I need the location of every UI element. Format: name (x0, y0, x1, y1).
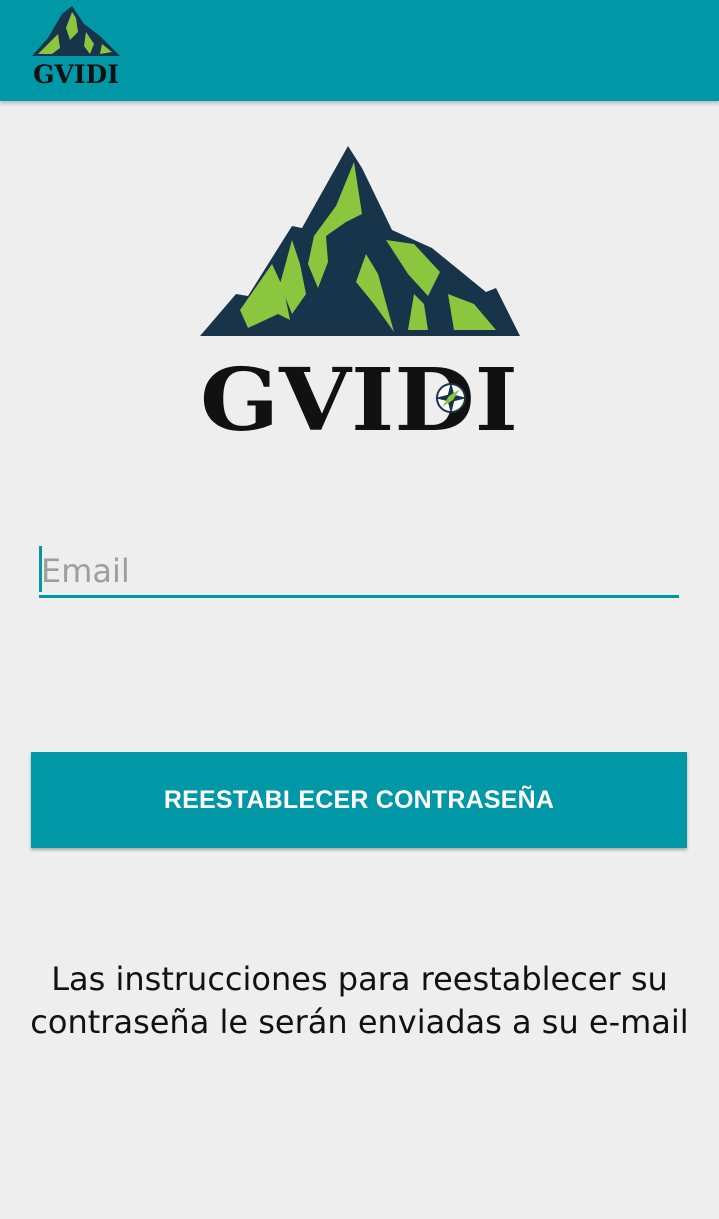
main-logo: GVIDI (200, 146, 520, 436)
email-field[interactable] (39, 540, 679, 598)
instructions-text: Las instrucciones para reestablecer su c… (20, 958, 699, 1044)
text-cursor (39, 546, 42, 592)
app-bar: GVIDI (0, 0, 719, 101)
gvidi-logo-icon[interactable]: GVIDI (28, 4, 124, 88)
main-logo-text: GVIDI (200, 350, 518, 436)
appbar-logo-text: GVIDI (33, 60, 119, 88)
email-field-container (39, 540, 679, 602)
mountain-icon (200, 146, 520, 336)
reset-password-button[interactable]: REESTABLECER CONTRASEÑA (31, 752, 687, 848)
instructions-line-2: contraseña le serán enviadas a su e-mail (30, 1003, 689, 1041)
instructions-line-1: Las instrucciones para reestablecer su (51, 960, 668, 998)
